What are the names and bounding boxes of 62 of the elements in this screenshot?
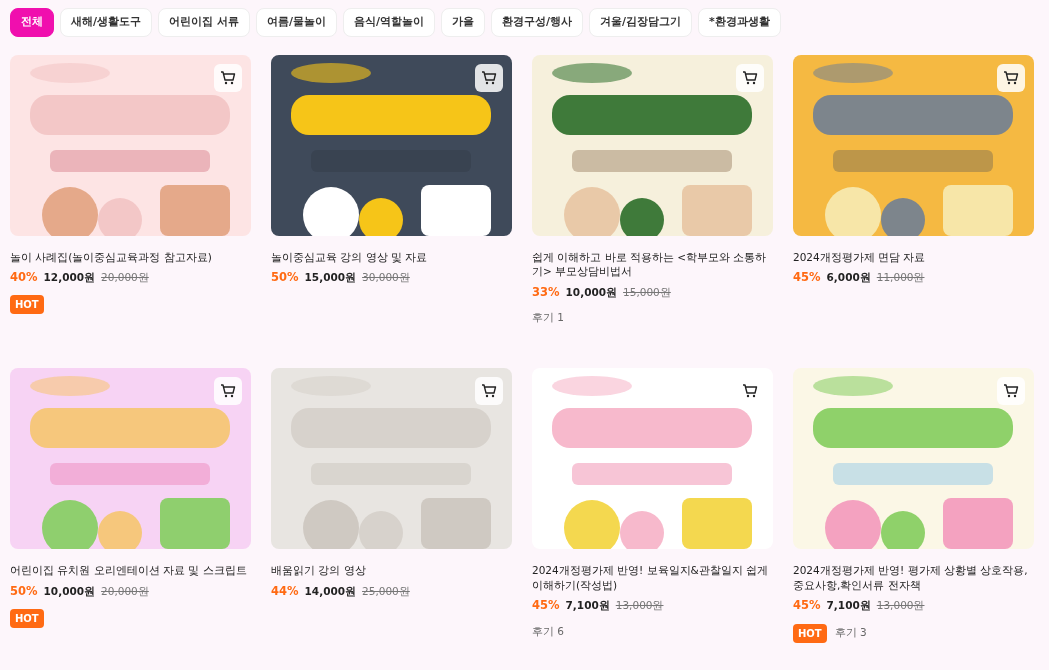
product-title[interactable]: 2024개정평가제 면담 자료 <box>793 249 1034 265</box>
cart-icon <box>742 69 758 86</box>
cart-button[interactable] <box>736 63 764 92</box>
product-title[interactable]: 놀이 사례집(놀이중심교육과정 참고자료) <box>10 249 251 265</box>
category-tab[interactable]: 전체 <box>10 8 54 37</box>
discount-rate: 50% <box>271 269 299 287</box>
product-title[interactable]: 2024개정평가제 반영! 보육일지&관찰일지 쉽게 이해하기(작성법) <box>532 562 773 593</box>
original-price: 13,000원 <box>615 598 664 614</box>
cart-icon <box>742 382 758 399</box>
discount-rate: 44% <box>271 582 299 600</box>
original-price: 20,000원 <box>101 270 149 286</box>
cart-icon <box>220 382 236 399</box>
product-title[interactable]: 어린이집 유치원 오리엔테이션 자료 및 스크립트 <box>10 562 251 578</box>
cart-button[interactable] <box>475 376 503 405</box>
discount-rate: 45% <box>793 597 821 615</box>
product-title[interactable]: 배움읽기 강의 영상 <box>271 562 512 578</box>
sale-price: 14,000원 <box>304 583 357 599</box>
original-price: 13,000원 <box>876 598 925 614</box>
original-price: 20,000원 <box>101 583 149 599</box>
original-price: 30,000원 <box>362 270 410 286</box>
original-price: 11,000원 <box>876 270 925 286</box>
cart-button[interactable] <box>997 63 1025 92</box>
cart-icon <box>1003 69 1019 86</box>
sale-price: 10,000원 <box>43 583 96 599</box>
category-tab[interactable]: 음식/역할놀이 <box>342 8 435 37</box>
sale-price: 12,000원 <box>43 270 96 286</box>
category-tab[interactable]: 가을 <box>440 8 485 37</box>
discount-rate: 33% <box>532 283 560 301</box>
cart-button[interactable] <box>997 376 1025 405</box>
category-tab[interactable]: *환경과생활 <box>698 8 781 37</box>
cart-icon <box>220 69 236 86</box>
cart-icon <box>481 69 497 86</box>
hot-badge: HOT <box>10 295 44 315</box>
original-price: 15,000원 <box>623 284 671 300</box>
category-tab[interactable]: 환경구성/행사 <box>490 8 583 37</box>
discount-rate: 45% <box>793 269 821 287</box>
category-tab[interactable]: 어린이집 서류 <box>158 8 250 37</box>
hot-badge: HOT <box>10 608 44 628</box>
product-title[interactable]: 놀이중심교육 강의 영상 및 자료 <box>271 249 512 265</box>
sale-price: 10,000원 <box>565 284 618 300</box>
category-tab[interactable]: 겨울/김장담그기 <box>588 8 692 37</box>
review-count: 후기 6 <box>532 623 565 639</box>
review-count: 후기 1 <box>532 310 565 326</box>
cart-button[interactable] <box>475 63 503 92</box>
product-title[interactable]: 2024개정평가제 반영! 평가제 상황별 상호작용,중요사항,확인서류 전자책 <box>793 562 1034 593</box>
hot-badge: HOT <box>793 623 827 643</box>
original-price: 25,000원 <box>362 583 410 599</box>
sale-price: 7,100원 <box>826 598 871 614</box>
cart-icon <box>1003 382 1019 399</box>
discount-rate: 40% <box>10 269 38 287</box>
sale-price: 15,000원 <box>304 270 357 286</box>
sale-price: 7,100원 <box>565 598 610 614</box>
review-count: 후기 3 <box>834 625 867 641</box>
product-title[interactable]: 쉽게 이해하고 바로 적용하는 <학부모와 소통하기> 부모상담비법서 <box>532 249 773 279</box>
discount-rate: 50% <box>10 582 38 600</box>
category-tab[interactable]: 여름/물놀이 <box>255 8 337 37</box>
cart-icon <box>481 382 497 399</box>
cart-button[interactable] <box>214 376 242 405</box>
category-tab[interactable]: 새해/생활도구 <box>60 8 153 37</box>
sale-price: 6,000원 <box>826 270 871 286</box>
discount-rate: 45% <box>532 597 560 615</box>
cart-button[interactable] <box>214 63 242 92</box>
